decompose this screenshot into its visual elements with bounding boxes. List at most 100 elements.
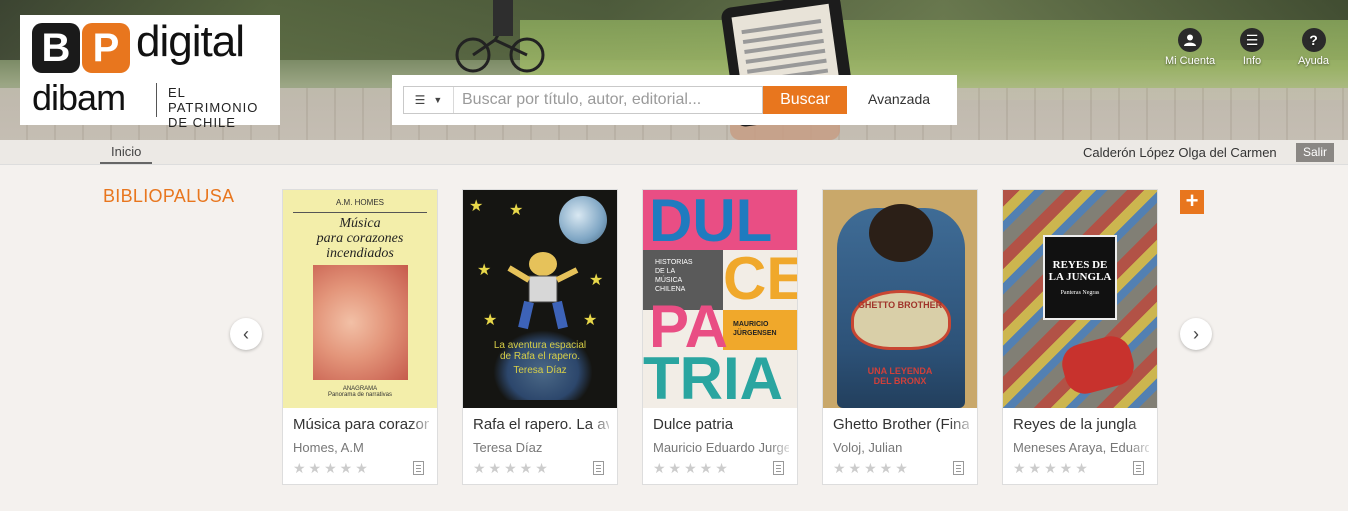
text-fade <box>949 412 977 458</box>
rating-stars[interactable]: ★★★★★ <box>653 460 731 477</box>
text-fade <box>769 412 797 458</box>
cover-author: A.M. HOMES <box>335 198 384 207</box>
document-icon[interactable] <box>953 461 964 475</box>
cover-subtitle-line: HISTORIAS <box>655 259 693 266</box>
logout-button[interactable]: Salir <box>1296 143 1334 162</box>
nav-help-label: Ayuda <box>1298 55 1329 67</box>
banner-cyclist <box>455 0 545 73</box>
cover-author: Teresa Díaz <box>513 365 567 376</box>
logo-p: P <box>82 23 130 73</box>
shelf-more-button[interactable]: + <box>1180 190 1204 214</box>
cover-caption-line: DEL BRONX <box>873 376 927 386</box>
site-logo[interactable]: B P digital dibam EL PATRIMONIO DE CHILE <box>20 15 280 130</box>
logo-separator <box>156 83 157 117</box>
cover-author: MAURICIO JÜRGENSEN <box>733 320 777 338</box>
rating-stars[interactable]: ★★★★★ <box>473 460 551 477</box>
document-icon[interactable] <box>593 461 604 475</box>
star-icon: ★ <box>469 198 484 215</box>
document-icon[interactable] <box>413 461 424 475</box>
cover-title-line-1: Música <box>339 216 381 231</box>
cover-author-line: MAURICIO <box>733 321 769 328</box>
star-icon: ★ <box>477 262 492 279</box>
star-icon: ★ <box>589 272 604 289</box>
cover-text: La aventura espacial de Rafa el rapero. … <box>463 340 617 376</box>
cover-character <box>507 252 579 330</box>
search-type-dropdown[interactable]: ☰ ▼ <box>404 87 454 113</box>
cover-patch <box>851 290 951 350</box>
chevron-left-icon: ‹ <box>243 323 249 344</box>
nav-info[interactable]: ☰ Info <box>1240 28 1264 67</box>
book-cover[interactable]: DUL HISTORIAS DE LA MÚSICA CHILENA CE MA… <box>643 190 797 408</box>
cover-rule <box>293 212 427 213</box>
book-cover[interactable]: A.M. HOMES Música para corazones incendi… <box>283 190 437 408</box>
shelf-title[interactable]: BIBLIOPALUSA <box>103 186 234 207</box>
cover-subtitle: Panteras Negras <box>1060 290 1100 296</box>
user-icon <box>1178 28 1203 52</box>
cover-word: DUL <box>649 190 773 254</box>
search-box: ☰ ▼ <box>403 86 763 114</box>
cover-globe <box>559 196 607 244</box>
book-card[interactable]: ★ ★ ★ ★ ★ ★ La aventura espacial de Rafa… <box>462 189 618 485</box>
book-card[interactable]: DUL HISTORIAS DE LA MÚSICA CHILENA CE MA… <box>642 189 798 485</box>
cover-badge: GHETTO BROTHER <box>857 300 943 310</box>
rating-stars[interactable]: ★★★★★ <box>293 460 371 477</box>
rating-stars[interactable]: ★★★★★ <box>833 460 911 477</box>
nav-my-account[interactable]: Mi Cuenta <box>1165 28 1215 67</box>
breadcrumb-home[interactable]: Inicio <box>100 144 153 164</box>
cover-subtitle-line: MÚSICA <box>655 277 683 284</box>
chevron-down-icon: ▼ <box>433 95 443 105</box>
logo-digital-text: digital <box>136 17 245 66</box>
cover-title: REYES DE LA JUNGLA Panteras Negras <box>1043 235 1117 320</box>
document-icon[interactable] <box>773 461 784 475</box>
cover-text-line-1: La aventura espacial <box>493 340 587 351</box>
cover-caption: UNA LEYENDA DEL BRONX <box>823 366 977 386</box>
cover-author-line: JÜRGENSEN <box>733 330 777 337</box>
cover-title-line: REYES DE <box>1052 259 1108 271</box>
menu-icon: ☰ <box>1240 28 1264 52</box>
book-cover[interactable]: REYES DE LA JUNGLA Panteras Negras <box>1003 190 1157 408</box>
logo-dibam-text: dibam <box>32 77 126 118</box>
cover-subtitle: HISTORIAS DE LA MÚSICA CHILENA <box>655 258 693 294</box>
cover-word: CE <box>723 245 797 312</box>
star-icon: ★ <box>583 312 598 329</box>
logo-tagline-line-1: EL PATRIMONIO <box>168 85 259 115</box>
cover-publisher: ANAGRAMA Panorama de narrativas <box>283 386 437 398</box>
book-cover[interactable]: GHETTO BROTHER UNA LEYENDA DEL BRONX <box>823 190 977 408</box>
cover-title-line-2: para corazones <box>316 231 404 246</box>
logo-tagline-line-2: DE CHILE <box>168 115 236 130</box>
carousel-next-button[interactable]: › <box>1180 318 1212 350</box>
document-icon[interactable] <box>1133 461 1144 475</box>
cover-photo <box>313 265 408 380</box>
chevron-right-icon: › <box>1193 323 1199 344</box>
book-cover[interactable]: ★ ★ ★ ★ ★ ★ La aventura espacial de Rafa… <box>463 190 617 408</box>
logged-user-name: Calderón López Olga del Carmen <box>1083 145 1277 160</box>
book-card[interactable]: REYES DE LA JUNGLA Panteras Negras Reyes… <box>1002 189 1158 485</box>
nav-help[interactable]: ? Ayuda <box>1298 28 1329 67</box>
nav-my-account-label: Mi Cuenta <box>1165 55 1216 67</box>
help-icon: ? <box>1301 28 1326 52</box>
cover-subtitle-line: DE LA <box>655 268 676 275</box>
star-icon: ★ <box>509 202 524 219</box>
cover-title-line: LA JUNGLA <box>1048 271 1112 283</box>
logo-tagline: EL PATRIMONIO DE CHILE <box>168 85 280 130</box>
sub-navbar: Inicio Calderón López Olga del Carmen Sa… <box>0 140 1348 165</box>
text-fade <box>589 412 617 458</box>
carousel-prev-button[interactable]: ‹ <box>230 318 262 350</box>
cover-caption-line: UNA LEYENDA <box>867 366 933 376</box>
book-card[interactable]: A.M. HOMES Música para corazones incendi… <box>282 189 438 485</box>
book-card[interactable]: GHETTO BROTHER UNA LEYENDA DEL BRONX Ghe… <box>822 189 978 485</box>
search-input[interactable] <box>462 87 762 113</box>
text-fade <box>409 412 437 458</box>
advanced-search-link[interactable]: Avanzada <box>868 91 930 107</box>
logo-bp-mark: B P <box>32 23 132 75</box>
cover-hair <box>869 204 933 262</box>
text-fade <box>1129 412 1157 458</box>
cover-publisher-series: Panorama de narrativas <box>327 392 393 398</box>
cover-word: TRIA <box>643 345 783 409</box>
cover-title-line-3: incendiados <box>326 246 394 261</box>
search-button[interactable]: Buscar <box>763 86 847 114</box>
search-panel: ☰ ▼ Buscar Avanzada <box>392 75 957 125</box>
logo-b: B <box>32 23 80 73</box>
nav-info-label: Info <box>1242 55 1262 67</box>
rating-stars[interactable]: ★★★★★ <box>1013 460 1091 477</box>
